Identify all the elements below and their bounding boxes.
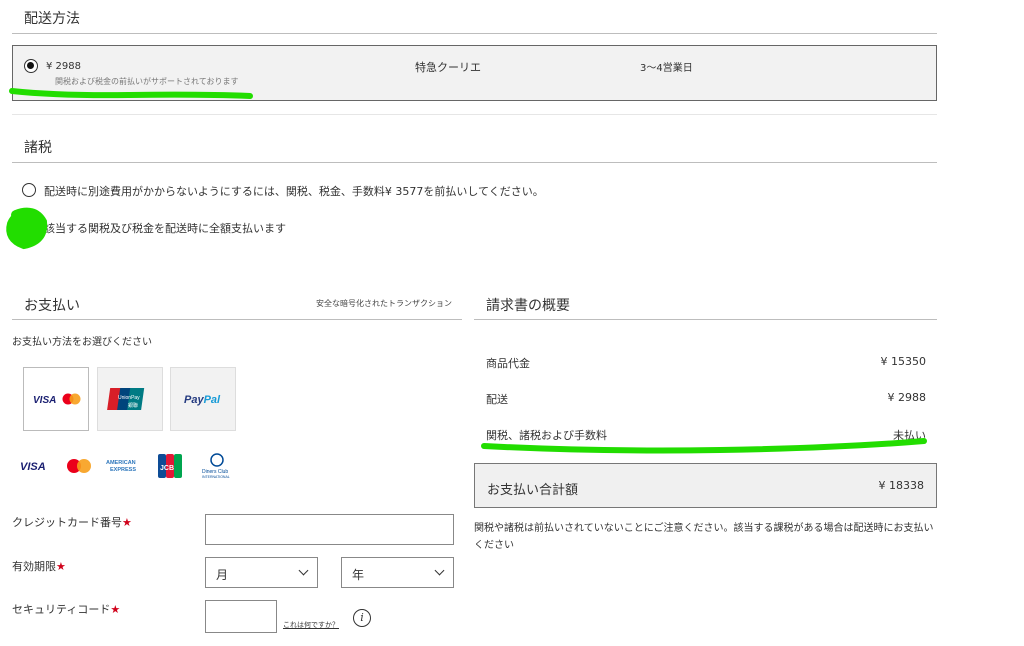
svg-text:INTERNATIONAL: INTERNATIONAL	[202, 475, 230, 479]
visa-icon: VISA	[20, 461, 46, 473]
jcb-icon: JCB	[158, 454, 182, 478]
shipping-note: 関税および税金の前払いがサポートされております	[55, 77, 239, 86]
info-icon[interactable]: i	[353, 609, 371, 627]
amex-icon: AMERICAN EXPRESS	[106, 460, 136, 473]
summary-row-value: ¥ 15350	[880, 355, 927, 368]
paypal-icon: PayPal	[184, 394, 221, 406]
total-label: お支払い合計額	[487, 483, 579, 498]
visa-mastercard-icon: VISA	[33, 393, 81, 406]
summary-total: お支払い合計額 ¥ 18338	[474, 463, 937, 508]
summary-row-duties: 関税、諸税および手数料 未払い	[486, 427, 926, 443]
divider	[474, 319, 937, 320]
expiry-label: 有効期限★	[12, 560, 66, 573]
svg-text:PayPal: PayPal	[184, 394, 221, 406]
duties-notice: 関税や諸税は前払いされていないことにご注意ください。該当する課税がある場合は配送…	[474, 523, 934, 551]
chevron-down-icon	[298, 565, 309, 576]
svg-text:AMERICAN: AMERICAN	[106, 460, 136, 466]
svg-text:銀聯: 銀聯	[128, 402, 138, 409]
duties-section-title: 諸税	[24, 140, 52, 156]
secure-transaction-note: 安全な暗号化されたトランザクション	[316, 299, 452, 308]
card-logos: VISA AMERICAN EXPRESS JCB Diners Club IN…	[18, 452, 243, 486]
mastercard-icon	[67, 459, 91, 473]
security-code-input[interactable]	[205, 600, 277, 633]
payment-method-unionpay[interactable]: UnionPay 銀聯	[97, 367, 163, 431]
summary-section-title: 請求書の概要	[486, 298, 570, 314]
payment-method-paypal[interactable]: PayPal	[170, 367, 236, 431]
payment-method-visa-mastercard[interactable]: VISA	[23, 367, 89, 431]
expiry-month-value: 月	[216, 568, 229, 582]
shipping-radio[interactable]	[24, 59, 38, 73]
shipping-carrier: 特急クーリエ	[415, 61, 481, 74]
divider	[12, 114, 937, 115]
payment-section-title: お支払い	[24, 298, 80, 314]
card-number-label: クレジットカード番号★	[12, 516, 132, 529]
summary-row-shipping: 配送 ¥ 2988	[486, 391, 926, 407]
divider	[12, 162, 937, 163]
choose-payment-label: お支払い方法をお選びください	[12, 337, 152, 348]
card-brand-icons: VISA AMERICAN EXPRESS JCB Diners Club IN…	[20, 453, 230, 479]
svg-text:EXPRESS: EXPRESS	[110, 467, 136, 473]
expiry-year-select[interactable]: 年	[341, 557, 454, 588]
summary-row-label: 配送	[486, 393, 508, 406]
summary-row-value: ¥ 2988	[887, 391, 927, 404]
diners-club-icon: Diners Club INTERNATIONAL	[202, 453, 230, 479]
divider	[12, 33, 937, 34]
duties-on-delivery-radio[interactable]	[22, 220, 36, 234]
summary-row-subtotal: 商品代金 ¥ 15350	[486, 355, 926, 371]
shipping-eta: 3〜4営業日	[640, 63, 693, 74]
security-code-label: セキュリティコード★	[12, 603, 121, 616]
security-code-help-link[interactable]: これは何ですか？	[283, 620, 339, 630]
chevron-down-icon	[434, 565, 445, 576]
duties-prepay-radio[interactable]	[22, 183, 36, 197]
duties-on-delivery-label[interactable]: 該当する関税及び税金を配送時に全額支払います	[44, 220, 286, 236]
summary-row-label: 関税、諸税および手数料	[486, 429, 607, 442]
total-value: ¥ 18338	[878, 479, 925, 492]
shipping-option[interactable]: ¥ 2988 関税および税金の前払いがサポートされております 特急クーリエ 3〜…	[12, 45, 937, 101]
shipping-price: ¥ 2988	[46, 61, 81, 72]
expiry-year-value: 年	[352, 568, 365, 582]
svg-text:VISA: VISA	[33, 395, 56, 406]
svg-text:UnionPay: UnionPay	[118, 395, 140, 401]
divider	[12, 319, 462, 320]
summary-row-value: 未払い	[893, 429, 926, 442]
duties-prepay-label[interactable]: 配送時に別途費用がかからないようにするには、関税、税金、手数料¥ 3577を前払…	[44, 183, 544, 199]
shipping-section-title: 配送方法	[24, 11, 80, 27]
card-number-input[interactable]	[205, 514, 454, 545]
summary-row-label: 商品代金	[486, 357, 530, 370]
unionpay-icon: UnionPay 銀聯	[107, 388, 145, 410]
svg-text:JCB: JCB	[160, 465, 174, 472]
expiry-month-select[interactable]: 月	[205, 557, 318, 588]
